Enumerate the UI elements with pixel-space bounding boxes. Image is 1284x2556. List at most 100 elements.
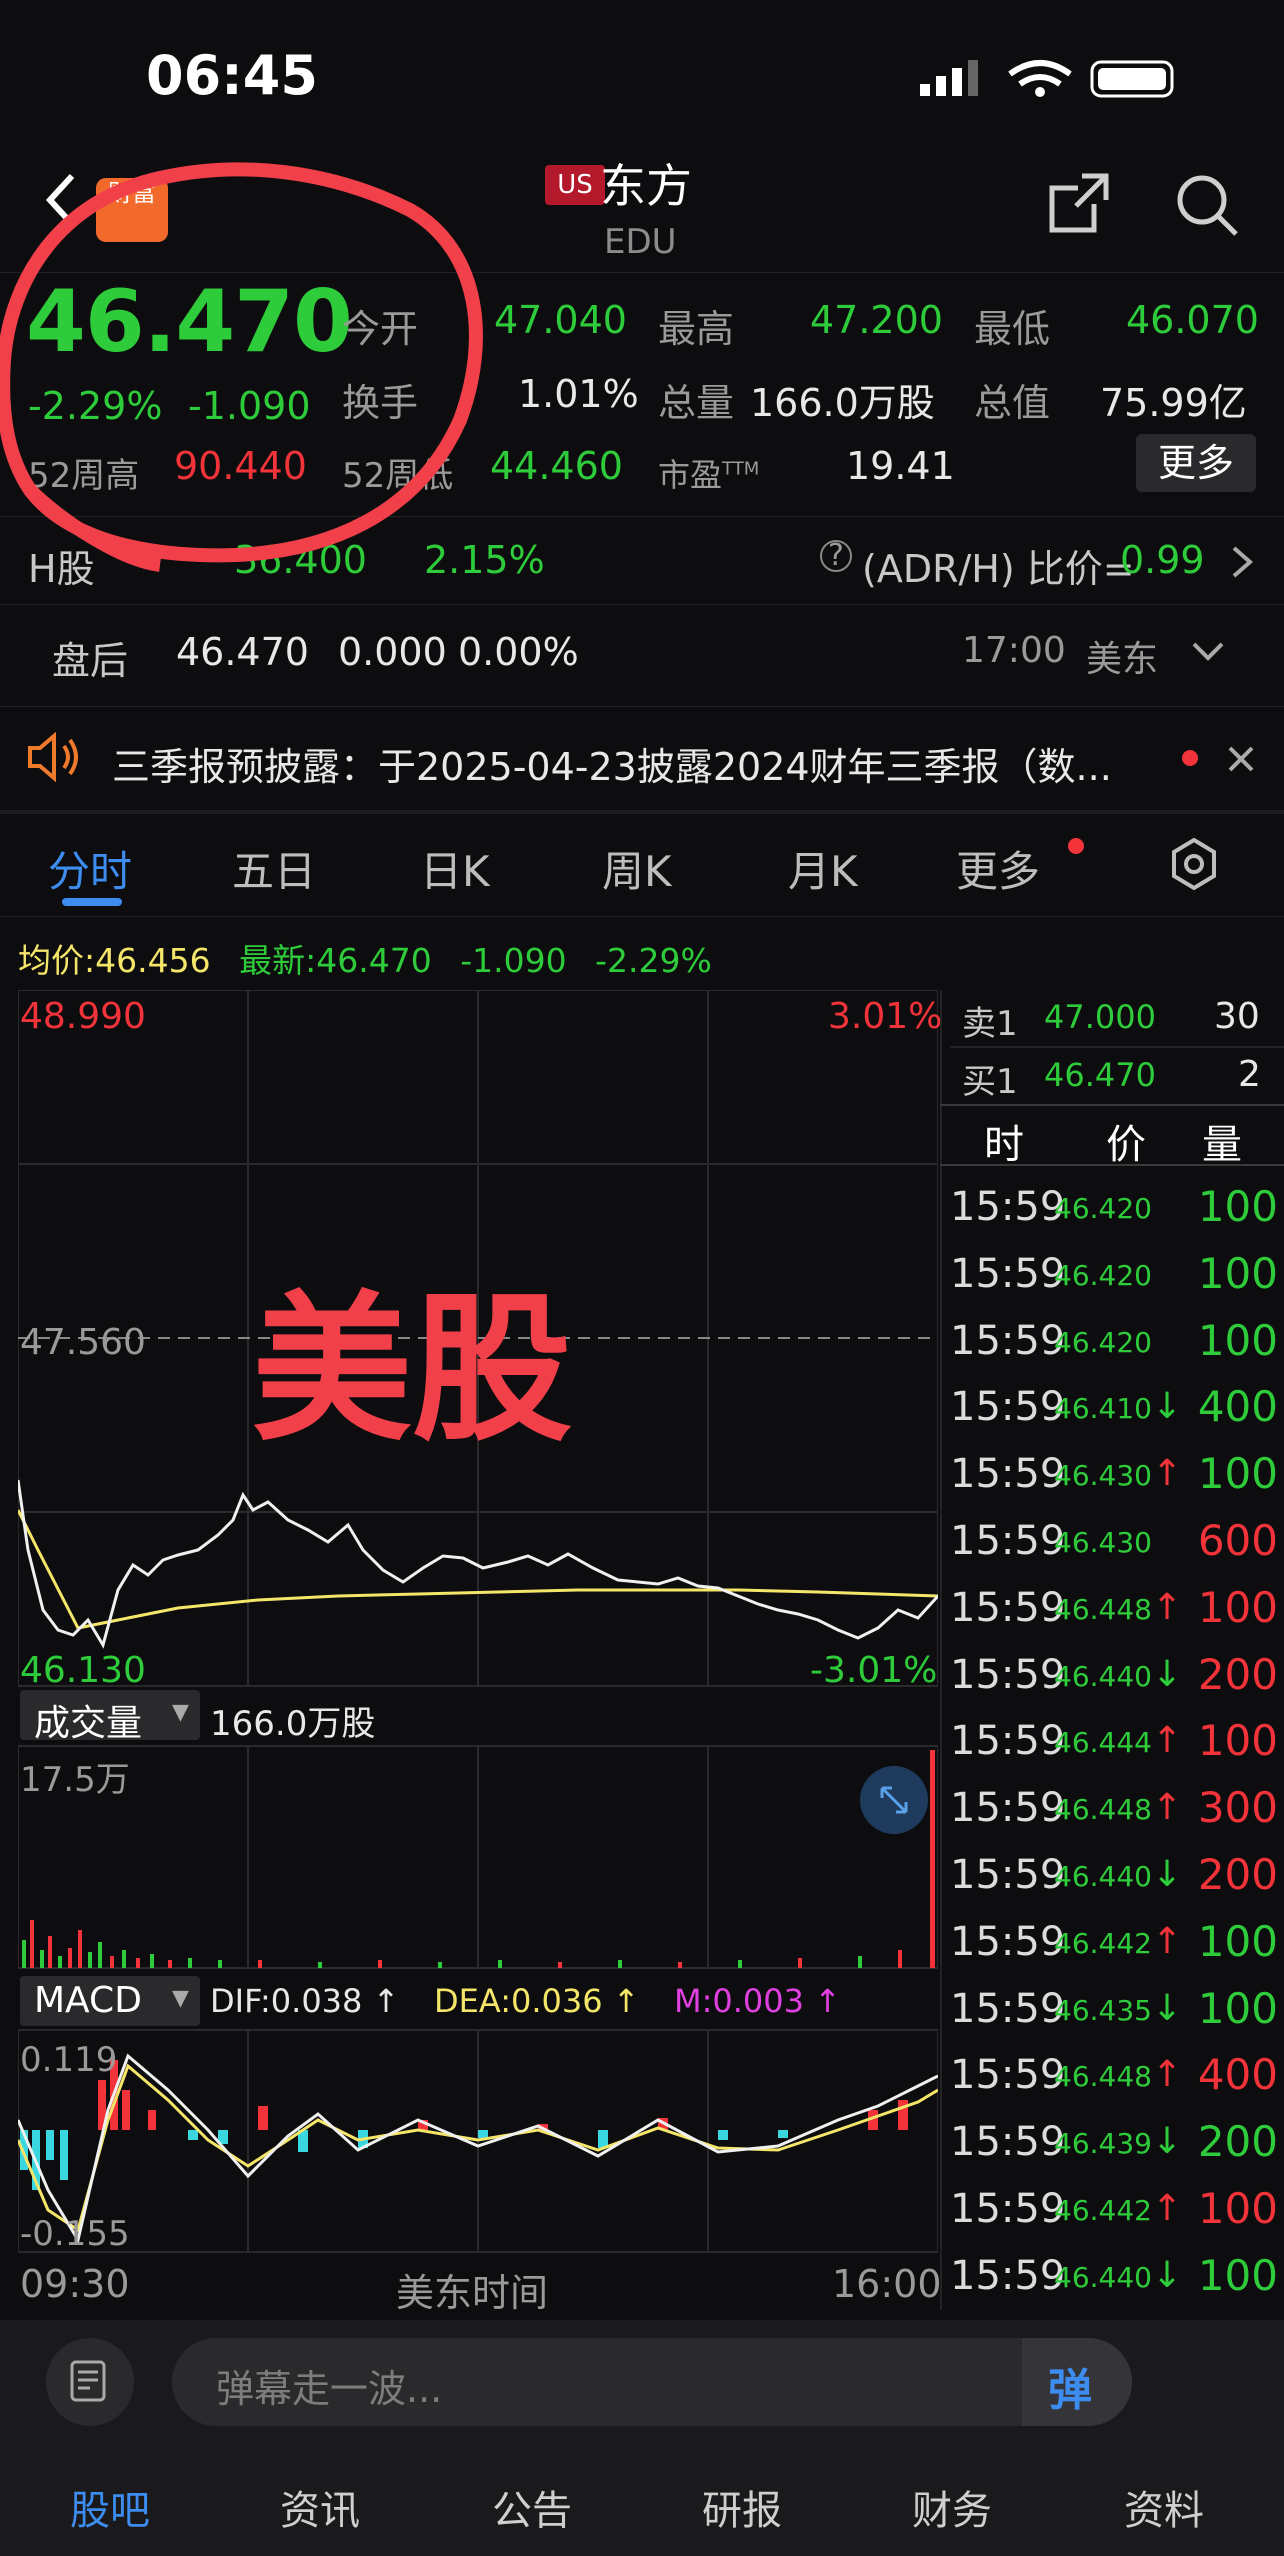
notice-text[interactable]: 三季报预披露：于2025-04-23披露2024财年三季报（数... <box>112 736 1112 791</box>
low-value: 46.070 <box>1126 298 1259 342</box>
trades-col-time: 时 <box>984 1122 1024 1168</box>
trade-time: 15:59 <box>950 2252 1066 2299</box>
adr-ratio: 0.99 <box>1120 538 1205 582</box>
after-hours-time: 17:00 <box>962 630 1066 671</box>
trade-price: 46.440 <box>1054 1659 1152 1693</box>
speaker-icon <box>28 732 78 782</box>
trade-price: 46.435 <box>1054 1993 1152 2027</box>
ask-label: 卖1 <box>962 1004 1018 1044</box>
trade-volume: 100 <box>1197 2184 1278 2233</box>
trade-time: 15:59 <box>950 1918 1066 1965</box>
trade-time: 15:59 <box>950 1184 1066 1230</box>
trade-price: 46.442 <box>1054 1926 1152 1960</box>
macd-dif: DIF:0.038 ↑ <box>210 1982 400 2020</box>
trade-row: 15:59 46.448 ↑ 100 <box>950 1581 1280 1641</box>
bottom-tab-finance[interactable]: 财务 <box>912 2478 992 2536</box>
macd-m: M:0.003 ↑ <box>674 1982 841 2020</box>
trade-row: 15:59 46.448 ↑ 300 <box>950 1781 1280 1841</box>
ask-qty: 30 <box>1214 996 1260 1037</box>
trade-price: 46.444 <box>1054 1726 1152 1760</box>
tab-daily-k[interactable]: 日K <box>420 838 490 899</box>
trade-row: 15:59 46.444 ↑ 100 <box>950 1714 1280 1774</box>
tab-more[interactable]: 更多 <box>956 838 1040 899</box>
trade-row: 15:59 46.430 600 <box>950 1514 1280 1574</box>
trade-time: 15:59 <box>950 1785 1066 1832</box>
trade-time: 15:59 <box>950 1651 1066 1698</box>
macd-indicator-select[interactable]: MACD ▼ <box>20 1976 200 2026</box>
trade-price: 46.440 <box>1054 2260 1152 2294</box>
after-hours-label: 盘后 <box>52 639 129 683</box>
trade-volume: 100 <box>1197 1449 1278 1499</box>
trade-volume: 100 <box>1197 1983 1278 2033</box>
macd-top: 0.119 <box>20 2040 118 2080</box>
trade-volume: 100 <box>1197 2250 1278 2300</box>
time-axis-label: 美东时间 <box>396 2271 549 2315</box>
macd-histogram <box>20 2060 908 2190</box>
trade-volume: 100 <box>1197 1582 1278 1632</box>
trade-time: 15:59 <box>950 1250 1066 1297</box>
bid-price: 46.470 <box>1044 1056 1156 1094</box>
trade-row: 15:59 46.439 ↓ 200 <box>950 2115 1280 2175</box>
danmu-button[interactable]: 弹 <box>1022 2338 1132 2426</box>
trade-price: 46.448 <box>1054 1592 1152 1626</box>
trade-volume: 200 <box>1197 1649 1278 1699</box>
trade-price: 46.440 <box>1054 1860 1152 1893</box>
trade-row: 15:59 46.430 ↑ 100 <box>950 1447 1280 1507</box>
comment-input[interactable]: 弹幕走一波... 弹 <box>172 2338 1132 2426</box>
gear-icon[interactable] <box>1168 838 1220 890</box>
volume-indicator-select[interactable]: 成交量 ▼ <box>20 1690 200 1744</box>
trade-volume: 100 <box>1197 1916 1278 1966</box>
bottom-tab-announcement[interactable]: 公告 <box>492 2478 572 2536</box>
bottom-tab-profile[interactable]: 资料 <box>1124 2478 1204 2536</box>
more-button[interactable]: 更多 <box>1136 434 1256 492</box>
unread-dot <box>1182 750 1198 766</box>
search-icon[interactable] <box>1174 172 1240 238</box>
trade-time: 15:59 <box>950 2119 1066 2166</box>
bottom-tab-forum[interactable]: 股吧 <box>70 2478 150 2536</box>
trade-row: 15:59 46.442 ↑ 100 <box>950 2182 1280 2242</box>
after-hours-price: 46.470 <box>176 630 309 674</box>
trade-time: 15:59 <box>950 2186 1066 2232</box>
help-icon[interactable]: ? <box>820 540 852 572</box>
trade-row: 15:59 46.448 ↑ 400 <box>950 2048 1280 2108</box>
trade-price: 46.420 <box>1054 1192 1152 1225</box>
volume-value: 166.0万股 <box>750 381 935 425</box>
trade-time: 15:59 <box>950 1317 1066 1364</box>
trade-time: 15:59 <box>950 1451 1066 1498</box>
status-icons <box>920 60 1174 98</box>
mktcap-value: 75.99亿 <box>1100 381 1247 425</box>
close-icon[interactable] <box>1226 744 1256 774</box>
high-value: 47.200 <box>810 298 943 342</box>
status-time: 06:45 <box>146 44 318 107</box>
tab-intraday[interactable]: 分时 <box>48 838 132 899</box>
chevron-right-icon[interactable] <box>1230 544 1254 580</box>
trade-time: 15:59 <box>950 1518 1066 1564</box>
after-hours-pct: 0.00% <box>458 630 579 674</box>
axis-bottom-pct: -3.01% <box>810 1650 938 1691</box>
trade-row: 15:59 46.440 ↓ 200 <box>950 1848 1280 1908</box>
bottom-tab-research[interactable]: 研报 <box>702 2478 782 2536</box>
share-icon[interactable] <box>1046 170 1112 236</box>
trade-row: 15:59 46.420 100 <box>950 1247 1280 1307</box>
volume-total: 166.0万股 <box>210 1704 376 1744</box>
axis-top-pct: 3.01% <box>828 996 943 1037</box>
trade-row: 15:59 46.410 ↓ 400 <box>950 1380 1280 1440</box>
intraday-chart[interactable] <box>18 990 938 2260</box>
trade-price: 46.430 <box>1054 1459 1152 1493</box>
tab-weekly-k[interactable]: 周K <box>602 838 672 899</box>
tab-five-day[interactable]: 五日 <box>232 838 316 899</box>
trades-col-price: 价 <box>1106 1122 1146 1168</box>
trade-volume: 100 <box>1197 1248 1278 1298</box>
trade-volume: 100 <box>1197 1182 1278 1231</box>
trade-row: 15:59 46.420 100 <box>950 1314 1280 1374</box>
chevron-down-icon[interactable] <box>1190 640 1226 664</box>
axis-mid-price: 47.560 <box>20 1322 146 1363</box>
red-circle-annotation <box>0 162 483 572</box>
comment-mode-icon[interactable] <box>46 2338 134 2426</box>
bottom-tab-news[interactable]: 资讯 <box>280 2478 360 2536</box>
tab-monthly-k[interactable]: 月K <box>788 838 858 899</box>
tab-more-dot <box>1068 838 1084 854</box>
stock-ticker: EDU <box>604 222 677 262</box>
trade-price: 46.420 <box>1054 1325 1152 1359</box>
pe-label: 市盈TTM <box>658 456 760 494</box>
